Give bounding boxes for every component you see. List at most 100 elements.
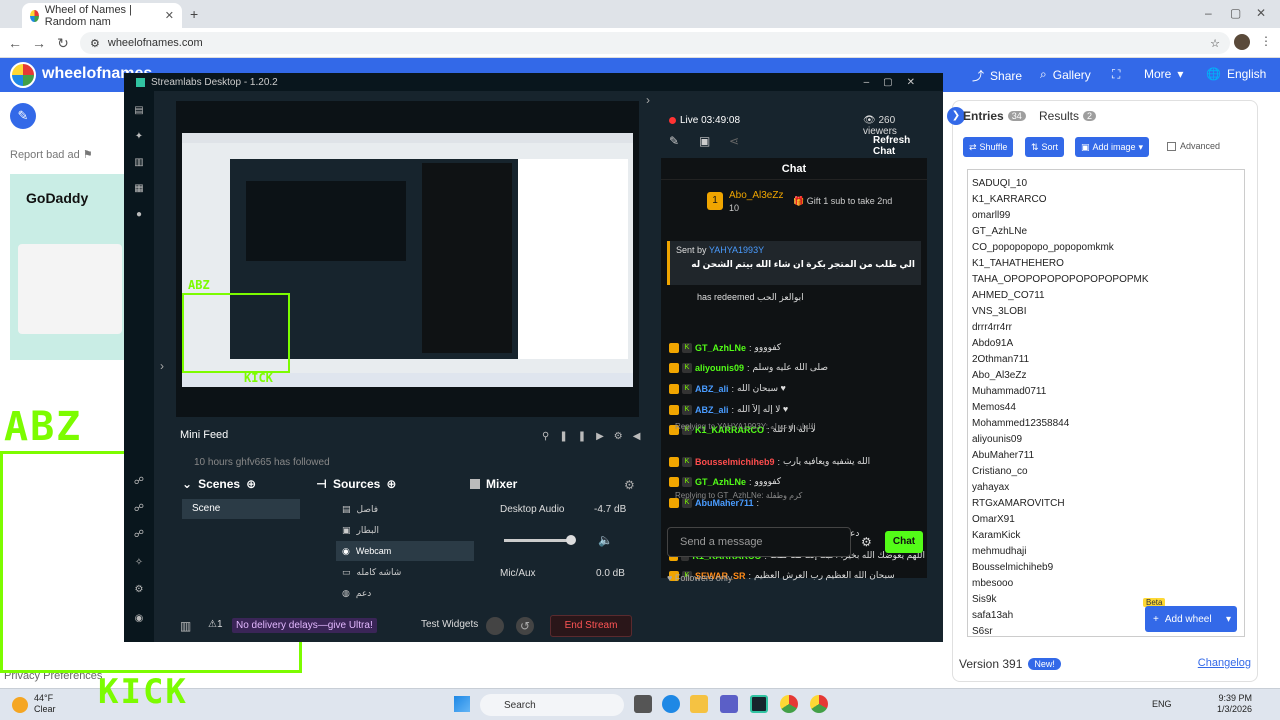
window-controls[interactable]: –▢✕	[864, 77, 929, 88]
ultra-promo[interactable]: No delivery delays—give Ultra!	[232, 618, 377, 633]
add-scene-icon[interactable]: ⊕	[246, 477, 256, 491]
end-stream-button[interactable]: End Stream	[550, 615, 632, 637]
bookmark-star-icon[interactable]: ☆	[1210, 37, 1220, 50]
ad-banner[interactable]: GoDaddy	[10, 174, 125, 360]
rank-badge: 1	[707, 192, 723, 210]
source-item[interactable]: ▤ فاصل	[336, 499, 474, 519]
followers-only-label: ♥ Followers only	[667, 573, 733, 583]
sort-button[interactable]: ⇅ Sort	[1025, 137, 1065, 157]
source-item-webcam[interactable]: ◉ Webcam	[336, 541, 474, 561]
teams-icon[interactable]	[720, 695, 738, 713]
ad-brand: GoDaddy	[26, 190, 89, 206]
speaker-icon[interactable]: 🔈	[598, 533, 613, 547]
browser-menu-icon[interactable]: ⋮	[1260, 34, 1272, 48]
alert-icon[interactable]: ⚠1	[208, 619, 223, 630]
system-clock[interactable]: 9:39 PM 1/3/2026	[1217, 693, 1252, 715]
scene-item[interactable]: Scene	[182, 499, 300, 519]
chrome-icon-2[interactable]	[810, 695, 828, 713]
send-chat-button[interactable]: Chat	[885, 531, 923, 553]
entry-line: K1_TAHATHEHERO	[972, 258, 1064, 269]
minimize-icon[interactable]: –	[1205, 6, 1212, 20]
input-language[interactable]: ENG	[1152, 699, 1172, 709]
refresh-chat-button[interactable]: Refresh Chat	[873, 135, 931, 157]
chat-username[interactable]: aliyounis09	[695, 363, 744, 373]
store-icon[interactable]: ▥	[133, 157, 145, 169]
settings-icon[interactable]: ⚙	[133, 584, 145, 596]
chat-message-input[interactable]: Send a message	[667, 527, 851, 557]
share-icon[interactable]: ⋖	[729, 134, 739, 148]
close-window-icon[interactable]: ✕	[1256, 6, 1266, 20]
editor-icon[interactable]: ▤	[133, 105, 145, 117]
source-item[interactable]: ◍ دعم	[336, 583, 474, 603]
preview-screen: ABZ KICK	[182, 133, 633, 387]
widgets-icon[interactable]: ☍	[133, 503, 145, 515]
chevron-right-icon[interactable]: ›	[646, 93, 650, 107]
tab-entries[interactable]: Entries 34	[963, 109, 1026, 123]
fullscreen-button[interactable]: ⛶	[1112, 67, 1120, 82]
chat-settings-icon[interactable]: ⚙	[861, 535, 872, 549]
test-widgets-label[interactable]: Test Widgets	[421, 619, 478, 630]
close-tab-icon[interactable]: ✕	[165, 9, 174, 22]
file-explorer-icon[interactable]	[690, 695, 708, 713]
changelog-link[interactable]: Changelog	[1198, 657, 1251, 669]
back-icon[interactable]: ←	[6, 34, 24, 52]
forward-icon[interactable]: →	[30, 34, 48, 52]
entries-textarea[interactable]: SADUQI_10 K1_KARRARCO omarll99 GT_AzhLNe CO_…	[967, 169, 1245, 637]
entry-line: yahayax	[972, 482, 1010, 493]
chrome-icon[interactable]	[780, 695, 798, 713]
edit-pencil-button[interactable]: ✎	[10, 103, 36, 129]
stream-preview[interactable]: ABZ KICK	[176, 101, 639, 417]
entry-line: Mohammed12358844	[972, 418, 1070, 429]
source-item[interactable]: ▣ البطار	[336, 520, 474, 540]
chat-username[interactable]: GT_AzhLNe	[695, 343, 746, 353]
layout-icon[interactable]: ▦	[133, 183, 145, 195]
report-bad-ad-link[interactable]: Report bad ad ⚑	[10, 148, 93, 161]
chat-username[interactable]: ABZ_ali	[695, 405, 729, 415]
streamlabs-app-icon[interactable]	[750, 695, 768, 713]
url-field[interactable]: ⚙ wheelofnames.com ☆	[80, 32, 1230, 54]
entry-line: Muhammad0711	[972, 386, 1047, 397]
browser-tab[interactable]: Wheel of Names | Random nam ✕	[22, 3, 182, 28]
themes-icon[interactable]: ✦	[133, 131, 145, 143]
advanced-checkbox[interactable]: Advanced	[1167, 141, 1220, 151]
desktop-audio-slider[interactable]	[504, 539, 572, 542]
site-info-icon[interactable]: ⚙	[90, 37, 100, 50]
share-button[interactable]: ⤴ Share	[972, 67, 1022, 84]
new-tab-icon[interactable]: +	[190, 6, 198, 22]
gallery-button[interactable]: ⌕ Gallery	[1040, 67, 1091, 82]
overlays-icon[interactable]: ☍	[133, 529, 145, 541]
add-wheel-button[interactable]: + Add wheel ▾	[1145, 606, 1237, 632]
apps-icon[interactable]: ✧	[133, 557, 145, 569]
shuffle-button[interactable]: ⇄ Shuffle	[963, 137, 1014, 157]
feed-controls[interactable]: ⚲❚❚▶⚙◀	[542, 431, 650, 442]
weather-widget[interactable]: 44°F Clear	[34, 693, 56, 715]
replay-icon[interactable]: ↺	[516, 617, 534, 635]
edge-icon[interactable]	[662, 695, 680, 713]
tab-results[interactable]: Results 2	[1039, 109, 1097, 123]
profile-icon[interactable]: ◉	[133, 613, 145, 625]
alerts-icon[interactable]: ☍	[133, 476, 145, 488]
chat-username[interactable]: GT_AzhLNe	[695, 477, 746, 487]
taskbar-search[interactable]: Search	[480, 694, 624, 716]
more-menu[interactable]: More ▾	[1144, 67, 1183, 81]
rec-button[interactable]	[486, 617, 504, 635]
language-menu[interactable]: 🌐 English	[1206, 67, 1266, 81]
pencil-icon[interactable]: ✎	[669, 134, 679, 148]
add-image-button[interactable]: ▣ Add image ▾	[1075, 137, 1150, 157]
stats-icon[interactable]: ▥	[180, 619, 191, 633]
record-icon[interactable]: ●	[133, 209, 145, 221]
chat-username[interactable]: ABZ_ali	[695, 384, 729, 394]
task-view-icon[interactable]	[634, 695, 652, 713]
mixer-settings-icon[interactable]: ⚙	[624, 478, 635, 492]
add-source-icon[interactable]: ⊕	[386, 477, 396, 491]
profile-avatar[interactable]	[1234, 34, 1250, 50]
start-icon[interactable]	[454, 696, 470, 712]
chevron-right-icon-2[interactable]: ›	[160, 359, 164, 373]
entry-line: Memos44	[972, 402, 1016, 413]
slider-knob[interactable]	[566, 535, 576, 545]
popout-icon[interactable]: ▣	[699, 134, 710, 148]
maximize-icon[interactable]: ▢	[1230, 6, 1241, 20]
chat-username[interactable]: Bousselmichiheb9	[695, 457, 775, 467]
source-item[interactable]: ▭ شاشه كامله	[336, 562, 474, 582]
reload-icon[interactable]: ↻	[54, 34, 72, 52]
